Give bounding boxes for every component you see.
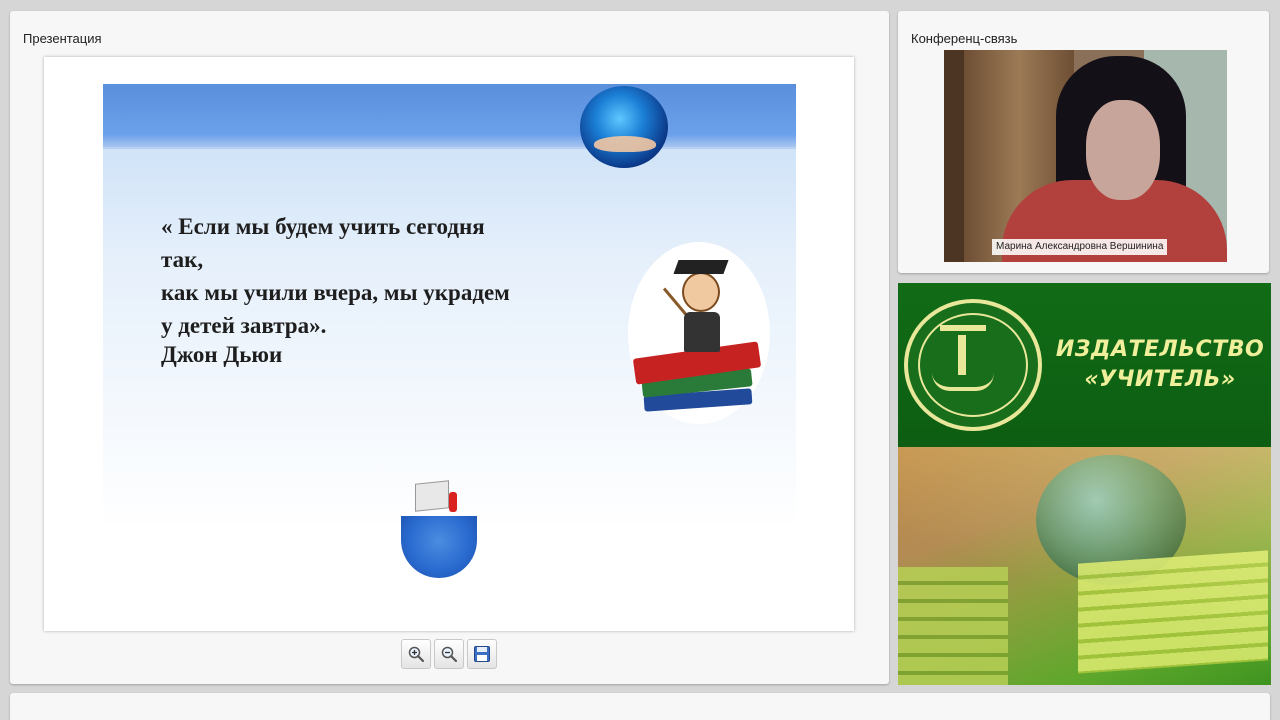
participant-video[interactable]: Марина Александровна Вершинина	[944, 50, 1227, 262]
save-icon	[474, 646, 490, 662]
zoom-in-icon	[408, 646, 425, 663]
slide-quote-author: Джон Дьюи	[161, 342, 283, 367]
slide-toolbar	[401, 639, 497, 669]
conference-panel: Конференц-связь Марина Александровна Вер…	[898, 11, 1269, 273]
publisher-name-line2: «УЧИТЕЛЬ»	[1084, 367, 1236, 392]
publisher-banner[interactable]: ИЗДАТЕЛЬСТВО «УЧИТЕЛЬ»	[898, 283, 1271, 685]
zoom-out-icon	[441, 646, 458, 663]
publisher-logo	[904, 299, 1042, 431]
slide: « Если мы будем учить сегодня так, как м…	[103, 84, 796, 531]
publisher-banner-header: ИЗДАТЕЛЬСТВО «УЧИТЕЛЬ»	[898, 283, 1271, 447]
scholar-on-books-image	[628, 242, 770, 424]
slide-header-band	[103, 84, 796, 149]
slide-quote: « Если мы будем учить сегодня так, как м…	[161, 214, 510, 338]
books-and-globe-image	[898, 447, 1271, 685]
bottom-panel	[10, 693, 1270, 720]
conference-panel-title: Конференц-связь	[911, 31, 1018, 46]
teacher-audience-image	[401, 480, 477, 578]
slide-viewer: « Если мы будем учить сегодня так, как м…	[44, 57, 854, 631]
zoom-out-button[interactable]	[434, 639, 464, 669]
save-button[interactable]	[467, 639, 497, 669]
presentation-panel: Презентация « Если мы будем учить сегодн…	[10, 11, 889, 684]
publisher-name-line1: ИЗДАТЕЛЬСТВО	[1055, 337, 1265, 362]
participant-name-label: Марина Александровна Вершинина	[992, 239, 1168, 255]
zoom-in-button[interactable]	[401, 639, 431, 669]
globe-in-hand-image	[580, 86, 668, 168]
presentation-panel-title: Презентация	[23, 31, 102, 46]
